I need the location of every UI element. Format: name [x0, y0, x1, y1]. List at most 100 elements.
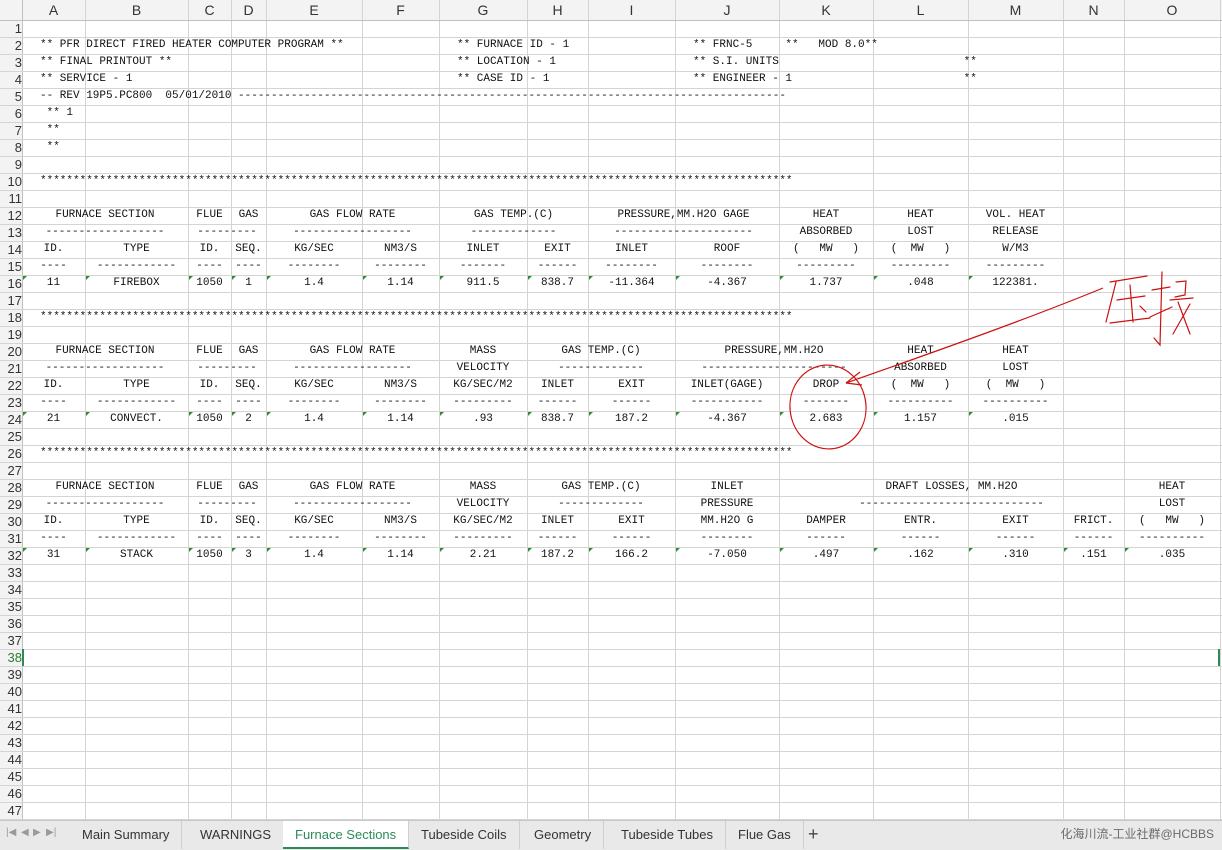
sheet-tab-tubeside-tubes[interactable]: Tubeside Tubes	[609, 821, 727, 849]
cell-b24[interactable]: CONVECT.	[85, 411, 188, 428]
row-header[interactable]: 26	[0, 445, 22, 462]
cell-d15[interactable]: ----	[231, 258, 266, 275]
row-header[interactable]: 34	[0, 581, 22, 598]
cell-g23[interactable]: ---------	[439, 394, 527, 411]
row-header[interactable]: 39	[0, 666, 22, 683]
cell-i32[interactable]: 166.2	[588, 547, 675, 564]
cell-hi20[interactable]: GAS TEMP.(C)	[527, 343, 675, 360]
cell-i24[interactable]: 187.2	[588, 411, 675, 428]
row-header[interactable]: 27	[0, 462, 22, 479]
cell-l15[interactable]: ---------	[873, 258, 968, 275]
row-header[interactable]: 29	[0, 496, 22, 513]
cell-h30[interactable]: INLET	[527, 513, 588, 530]
row-header[interactable]: 35	[0, 598, 22, 615]
sheet-tab-tubeside-coils[interactable]: Tubeside Coils	[409, 821, 520, 849]
cell-gh13[interactable]: -------------	[439, 224, 588, 241]
row-header[interactable]: 46	[0, 785, 22, 802]
cell-k12[interactable]: HEAT	[779, 207, 873, 224]
cell-b14[interactable]: TYPE	[85, 241, 188, 258]
cell-e30[interactable]: KG/SEC	[266, 513, 362, 530]
cell-l12[interactable]: HEAT	[873, 207, 968, 224]
cell-l20[interactable]: HEAT	[873, 343, 968, 360]
cell-c24[interactable]: 1050	[188, 411, 231, 428]
cell-o31[interactable]: ----------	[1124, 530, 1220, 547]
cell-g21[interactable]: VELOCITY	[439, 360, 527, 377]
cell-l23[interactable]: ----------	[873, 394, 968, 411]
cell-f16[interactable]: 1.14	[362, 275, 439, 292]
cell-i22[interactable]: EXIT	[588, 377, 675, 394]
cell-h32[interactable]: 187.2	[527, 547, 588, 564]
cell-d16[interactable]: 1	[231, 275, 266, 292]
cell-hi28[interactable]: GAS TEMP.(C)	[527, 479, 675, 496]
cell-a7[interactable]: **	[40, 122, 60, 139]
row-header[interactable]: 40	[0, 683, 22, 700]
cell-i15[interactable]: --------	[588, 258, 675, 275]
cell-hi29[interactable]: -------------	[527, 496, 675, 513]
cell-k16[interactable]: 1.737	[779, 275, 873, 292]
cell-ij13[interactable]: ---------------------	[588, 224, 779, 241]
cell-j28[interactable]: INLET	[675, 479, 779, 496]
cell-c30[interactable]: ID.	[188, 513, 231, 530]
cell-d32[interactable]: 3	[231, 547, 266, 564]
cell-g22[interactable]: KG/SEC/M2	[439, 377, 527, 394]
column-header-m[interactable]: M	[968, 0, 1063, 20]
sheet-tab-main-summary[interactable]: Main Summary	[70, 821, 183, 849]
cell-a18[interactable]: ****************************************…	[40, 309, 793, 326]
cell-b31[interactable]: ------------	[85, 530, 188, 547]
cell-a30[interactable]: ID.	[22, 513, 85, 530]
cell-j24[interactable]: -4.367	[675, 411, 779, 428]
cell-o29[interactable]: LOST	[1124, 496, 1220, 513]
next-sheet-icon[interactable]: ▶	[33, 827, 41, 838]
cell-ef29[interactable]: ------------------	[266, 496, 439, 513]
cell-j30[interactable]: MM.H2O G	[675, 513, 779, 530]
cell-j15[interactable]: --------	[675, 258, 779, 275]
cell-j14[interactable]: ROOF	[675, 241, 779, 258]
cell-l21[interactable]: ABSORBED	[873, 360, 968, 377]
cell-e23[interactable]: --------	[266, 394, 362, 411]
row-header[interactable]: 8	[0, 139, 22, 156]
cell-i14[interactable]: INLET	[588, 241, 675, 258]
cell-b16[interactable]: FIREBOX	[85, 275, 188, 292]
column-header-k[interactable]: K	[779, 0, 873, 20]
cell-m12[interactable]: VOL. HEAT	[968, 207, 1063, 224]
cell-d20[interactable]: GAS	[231, 343, 266, 360]
cell-n32[interactable]: .151	[1063, 547, 1124, 564]
cell-m20[interactable]: HEAT	[968, 343, 1063, 360]
row-header[interactable]: 3	[0, 54, 22, 71]
row-header[interactable]: 12	[0, 207, 22, 224]
row-header[interactable]: 20	[0, 343, 22, 360]
cell-g31[interactable]: ---------	[439, 530, 527, 547]
cell-i23[interactable]: ------	[588, 394, 675, 411]
cell-b22[interactable]: TYPE	[85, 377, 188, 394]
row-header[interactable]: 38	[0, 649, 22, 666]
row-header[interactable]: 19	[0, 326, 22, 343]
prev-sheet-icon[interactable]: ◀	[21, 827, 29, 838]
cell-m16[interactable]: 122381.	[968, 275, 1063, 292]
cell-g16[interactable]: 911.5	[439, 275, 527, 292]
cell-ef12[interactable]: GAS FLOW RATE	[266, 207, 439, 224]
cell-l24[interactable]: 1.157	[873, 411, 968, 428]
cell-d14[interactable]: SEQ.	[231, 241, 266, 258]
first-sheet-icon[interactable]: |◀	[6, 827, 16, 838]
last-sheet-icon[interactable]: ▶|	[46, 827, 56, 838]
cell-j31[interactable]: --------	[675, 530, 779, 547]
cell-a6[interactable]: ** 1	[40, 105, 73, 122]
cell-l30[interactable]: ENTR.	[873, 513, 968, 530]
cell-m22[interactable]: ( MW )	[968, 377, 1063, 394]
cell-h15[interactable]: ------	[527, 258, 588, 275]
cell-k22[interactable]: DROP	[779, 377, 873, 394]
column-header-j[interactable]: J	[675, 0, 779, 20]
cell-f22[interactable]: NM3/S	[362, 377, 439, 394]
cell-a2[interactable]: ** PFR DIRECT FIRED HEATER COMPUTER PROG…	[40, 37, 344, 54]
cell-e16[interactable]: 1.4	[266, 275, 362, 292]
column-header-b[interactable]: B	[85, 0, 188, 20]
cell-o28[interactable]: HEAT	[1124, 479, 1220, 496]
sheet-tab-flue-gas[interactable]: Flue Gas	[726, 821, 804, 849]
cell-a4[interactable]: ** SERVICE - 1	[40, 71, 132, 88]
row-header[interactable]: 36	[0, 615, 22, 632]
cell-c22[interactable]: ID.	[188, 377, 231, 394]
cell-f24[interactable]: 1.14	[362, 411, 439, 428]
row-header[interactable]: 47	[0, 802, 22, 819]
cell-j29[interactable]: PRESSURE	[675, 496, 779, 513]
cell-h31[interactable]: ------	[527, 530, 588, 547]
